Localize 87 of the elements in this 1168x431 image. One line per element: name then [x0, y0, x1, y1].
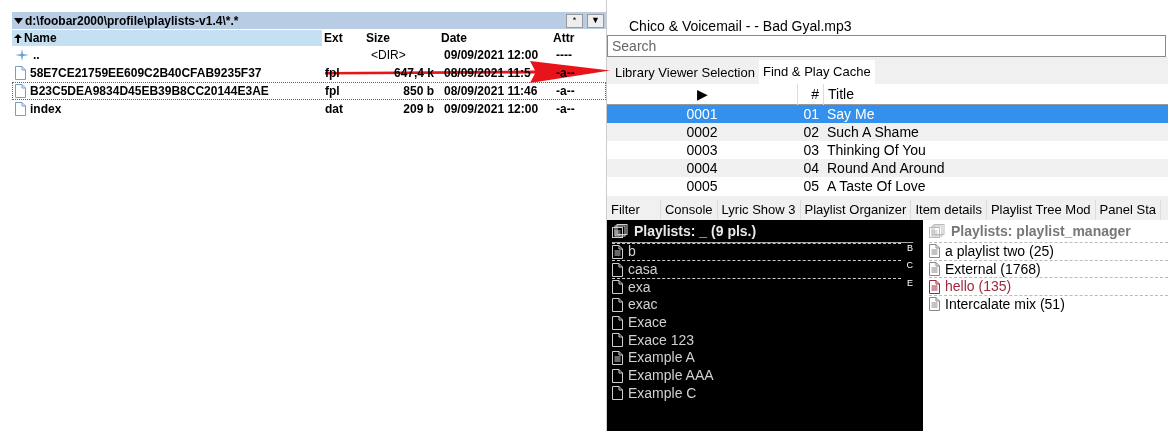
file-name: .. — [33, 47, 40, 64]
playlist-item[interactable]: exac — [612, 296, 882, 314]
playlist-item[interactable]: Exace — [612, 313, 882, 332]
playlists-icon — [612, 224, 628, 238]
track-row[interactable]: 0002 02 Such A Shame — [607, 123, 1168, 141]
playlist-icon — [612, 297, 623, 312]
file-row[interactable]: index dat 209 b 09/09/2021 12:00 -a-- — [12, 100, 606, 118]
column-header[interactable]: Title — [823, 83, 1168, 105]
column-header[interactable]: Ext — [322, 30, 364, 46]
now-playing-title: Chico & Voicemail - - Bad Gyal.mp3 — [628, 17, 853, 35]
column-header[interactable]: Date — [439, 30, 551, 46]
playlist-icon — [929, 262, 940, 277]
playlist-item[interactable]: Example AAA — [612, 366, 882, 385]
playlist-item[interactable]: a playlist two (25) — [929, 242, 1168, 260]
file-attr: -a-- — [555, 65, 576, 82]
file-date: 08/09/2021 11:46 — [443, 83, 539, 100]
track-number: 04 — [802, 158, 820, 178]
playlist-icon — [929, 297, 940, 312]
track-number: 01 — [802, 104, 820, 124]
playlist-item[interactable]: Example A — [612, 349, 882, 367]
file-icon — [15, 66, 26, 80]
playlist-item[interactable]: External (1768) — [929, 259, 1168, 278]
file-name: 58E7CE21759EE609C2B40CFAB9235F37 — [30, 65, 262, 82]
tab[interactable]: Find & Play Cache — [758, 60, 875, 84]
playlist-item[interactable]: b — [612, 243, 882, 261]
file-date: 09/09/2021 12:00 — [443, 101, 540, 118]
file-attr: -a-- — [555, 101, 576, 118]
file-name: index — [30, 101, 62, 118]
file-ext: dat — [324, 101, 344, 118]
file-icon — [15, 102, 26, 116]
playlist-item[interactable]: Example C — [612, 384, 882, 403]
file-size: 850 b — [402, 83, 435, 100]
file-attr: -a-- — [555, 83, 576, 100]
playlist-icon — [612, 315, 623, 330]
column-header[interactable]: ▶ — [607, 83, 797, 105]
playlist-item[interactable]: Exace 123 — [612, 331, 882, 350]
sparkle-icon — [15, 49, 29, 61]
file-row[interactable]: .. <DIR> 09/09/2021 12:00 ---- — [12, 46, 606, 64]
playlist-icon — [612, 368, 623, 383]
column-header[interactable]: Name — [12, 30, 322, 46]
playlist-icon — [612, 386, 623, 401]
file-size: <DIR> — [370, 47, 407, 64]
column-header[interactable]: Attr — [551, 30, 591, 46]
file-attr: ---- — [555, 47, 573, 64]
search-field[interactable]: Search — [607, 35, 1166, 57]
file-ext: fpl — [324, 83, 341, 100]
track-title: Round And Around — [826, 158, 945, 178]
panel-title: Playlists: playlist_manager — [951, 221, 1131, 241]
file-name: B23C5DEA9834D45EB39B8CC20144E3AE — [30, 83, 269, 100]
track-title: Such A Shame — [826, 122, 919, 142]
path-bar-button[interactable]: ▼ — [587, 13, 604, 28]
track-index: 0003 — [685, 140, 719, 160]
letter-marker: E — [907, 278, 913, 288]
column-header[interactable]: Size — [364, 30, 439, 46]
track-index: 0004 — [685, 158, 719, 178]
file-icon — [15, 84, 26, 98]
playlist-item[interactable]: exa — [612, 278, 882, 297]
playlist-lined-icon — [612, 350, 623, 365]
playlist-item[interactable]: casa — [612, 260, 882, 279]
letter-marker: B — [907, 243, 913, 253]
panel-title: Playlists: _ (9 pls.) — [634, 221, 757, 241]
path-text: d:\foobar2000\profile\playlists-v1.4\*.* — [25, 12, 240, 30]
sort-up-icon — [14, 33, 22, 43]
tab[interactable]: Library Viewer Selection — [611, 62, 759, 84]
playlist-icon — [929, 279, 940, 294]
track-index: 0001 — [685, 104, 719, 124]
track-title: A Taste Of Love — [826, 176, 926, 196]
track-index: 0002 — [685, 122, 719, 142]
letter-marker: C — [906, 261, 913, 271]
playlist-icon — [612, 333, 623, 348]
track-index: 0005 — [685, 176, 719, 196]
track-title: Thinking Of You — [826, 140, 926, 160]
file-date: 09/09/2021 12:00 — [443, 47, 540, 64]
track-number: 02 — [802, 122, 820, 142]
file-size: 209 b — [402, 101, 435, 118]
column-header[interactable]: # — [797, 83, 823, 105]
collapse-icon — [14, 17, 23, 24]
playlist-item[interactable]: hello (135) — [929, 277, 1168, 296]
playlist-icon — [929, 244, 940, 259]
path-bar-button[interactable]: * — [566, 13, 583, 28]
track-title: Say Me — [826, 104, 875, 124]
track-number: 05 — [802, 176, 820, 196]
track-number: 03 — [802, 140, 820, 160]
playlist-item[interactable]: Intercalate mix (51) — [929, 295, 1168, 313]
playlists-icon — [929, 224, 945, 238]
track-row[interactable]: 0004 04 Round And Around — [607, 159, 1168, 177]
file-row[interactable]: B23C5DEA9834D45EB39B8CC20144E3AE fpl 850 b 08/09/2021 11:46 -a-- — [12, 82, 606, 100]
